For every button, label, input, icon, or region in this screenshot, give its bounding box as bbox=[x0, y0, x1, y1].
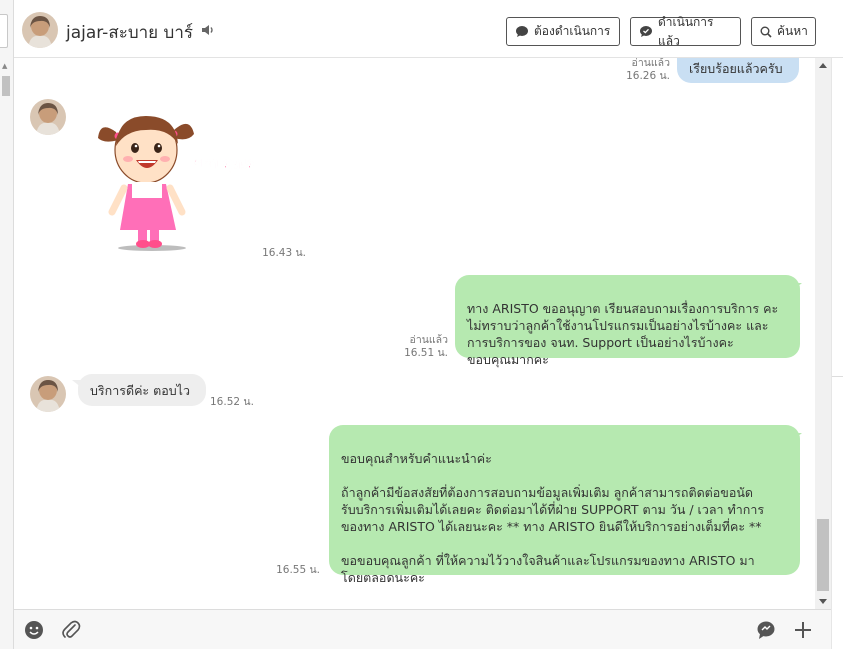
message-bubble[interactable]: ทาง ARISTO ขออนุญาต เรียนสอบถามเรื่องการ… bbox=[455, 275, 800, 367]
left-panel-edge: ▲ bbox=[0, 0, 14, 649]
read-receipt: อ่านแล้ว bbox=[631, 58, 670, 69]
message-meta: อ่านแล้ว 16.51 น. bbox=[384, 334, 448, 360]
sticker-text: ขอบคุณค่ะ bbox=[194, 154, 254, 173]
message-text: ขอบคุณสำหรับคำแนะนำค่ะ ถ้าลูกค้ามีข้อสงส… bbox=[341, 451, 765, 585]
message-time: 16.52 น. bbox=[210, 396, 254, 408]
message-time: 16.55 น. bbox=[276, 564, 320, 576]
message-text: บริการดีค่ะ ตอบไว bbox=[90, 383, 190, 398]
right-panel-edge bbox=[831, 58, 843, 649]
scroll-down-icon[interactable] bbox=[819, 599, 827, 604]
pending-filter-button[interactable]: ต้องดำเนินการ bbox=[506, 17, 620, 46]
message-text: เรียบร้อยแล้วครับ bbox=[689, 61, 783, 76]
scrollbar-thumb[interactable] bbox=[817, 519, 829, 591]
emoji-icon[interactable] bbox=[22, 618, 46, 642]
bubble-tail bbox=[792, 433, 802, 441]
sticker[interactable]: ขอบคุณค่ะ bbox=[94, 110, 265, 255]
quick-reply-icon[interactable] bbox=[754, 618, 778, 642]
chat-check-icon bbox=[640, 26, 652, 37]
avatar[interactable] bbox=[22, 12, 58, 48]
avatar[interactable] bbox=[30, 99, 66, 135]
chat-bubble-icon bbox=[516, 26, 528, 37]
scroll-up-icon[interactable] bbox=[819, 63, 827, 68]
message-bubble[interactable]: ขอบคุณสำหรับคำแนะนำค่ะ ถ้าลูกค้ามีข้อสงส… bbox=[329, 425, 800, 585]
composer-toolbar bbox=[14, 609, 831, 649]
message-time: 16.51 น. bbox=[404, 347, 448, 359]
plus-icon[interactable] bbox=[791, 618, 815, 642]
search-label: ค้นหา bbox=[777, 24, 808, 38]
message-scrollbar[interactable] bbox=[815, 58, 831, 609]
chat-header: jajar-สะบาย บาร์ ต้องดำเนินการ ดำเนินการ… bbox=[14, 0, 843, 58]
done-filter-label: ดำเนินการแล้ว bbox=[658, 14, 714, 48]
message-time: 16.26 น. bbox=[626, 70, 670, 82]
message-text: ทาง ARISTO ขออนุญาต เรียนสอบถามเรื่องการ… bbox=[467, 301, 779, 367]
pending-filter-label: ต้องดำเนินการ bbox=[534, 24, 611, 38]
search-button[interactable]: ค้นหา bbox=[751, 17, 816, 46]
left-scrollbar-thumb[interactable] bbox=[2, 76, 10, 96]
chat-title: jajar-สะบาย บาร์ bbox=[66, 23, 193, 43]
message-bubble[interactable]: เรียบร้อยแล้วครับ bbox=[677, 58, 799, 83]
left-panel-input-edge[interactable] bbox=[0, 14, 8, 48]
message-time: 16.43 น. bbox=[262, 247, 306, 259]
message-bubble[interactable]: บริการดีค่ะ ตอบไว bbox=[78, 374, 206, 406]
read-receipt: อ่านแล้ว bbox=[409, 334, 448, 346]
attachment-icon[interactable] bbox=[59, 618, 83, 642]
search-icon bbox=[760, 26, 772, 38]
done-filter-button[interactable]: ดำเนินการแล้ว bbox=[630, 15, 741, 48]
speaker-icon[interactable] bbox=[200, 22, 216, 38]
bubble-tail bbox=[792, 283, 802, 291]
message-list[interactable]: อ่านแล้ว 16.26 น. เรียบร้อยแล้วครับ ขอบค… bbox=[14, 58, 815, 609]
left-scroll-up-icon[interactable]: ▲ bbox=[2, 62, 7, 70]
message-meta: อ่านแล้ว 16.26 น. bbox=[612, 58, 670, 83]
avatar[interactable] bbox=[30, 376, 66, 412]
